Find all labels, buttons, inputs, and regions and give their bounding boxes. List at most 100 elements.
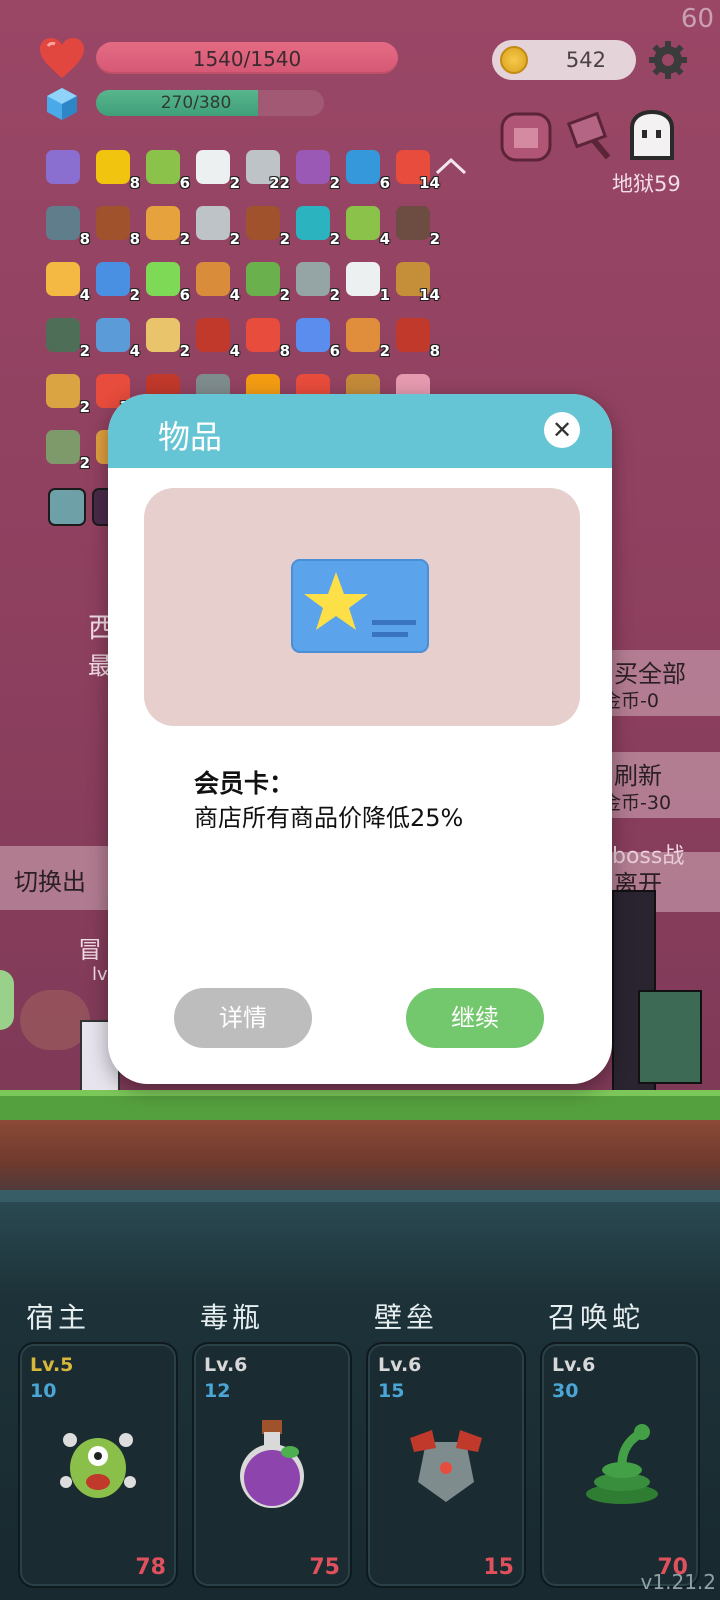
inventory-slot[interactable]: 4 — [194, 316, 240, 360]
inventory-slot[interactable]: 22 — [244, 148, 290, 192]
inventory-slot[interactable]: 4 — [194, 260, 240, 304]
inventory-slot[interactable]: 2 — [44, 372, 90, 416]
item-count: 2 — [279, 286, 290, 304]
item-count: 6 — [329, 342, 340, 360]
item-icon — [296, 262, 330, 296]
item-count: 2 — [329, 230, 340, 248]
adventure-text: 冒 — [78, 936, 102, 964]
inventory-slot[interactable]: 2 — [244, 260, 290, 304]
inventory-slot[interactable]: 8 — [94, 148, 140, 192]
inventory-slot[interactable]: 2 — [44, 316, 90, 360]
item-count: 2 — [79, 454, 90, 472]
inventory-slot[interactable]: 6 — [144, 260, 190, 304]
inventory-slot[interactable]: 2 — [144, 316, 190, 360]
armor-icon — [410, 1430, 482, 1502]
item-count: 8 — [129, 174, 140, 192]
potion-icon — [240, 1420, 304, 1508]
item-icon — [146, 318, 180, 352]
inventory-slot[interactable]: 14 — [394, 260, 440, 304]
item-count: 2 — [329, 286, 340, 304]
item-icon — [296, 206, 330, 240]
inventory-slot[interactable]: 2 — [44, 428, 90, 472]
relic-slot[interactable] — [46, 486, 86, 526]
inventory-slot[interactable]: 8 — [244, 316, 290, 360]
inventory-slot[interactable]: 4 — [94, 316, 140, 360]
item-icon — [146, 150, 180, 184]
item-count: 2 — [379, 342, 390, 360]
inventory-slot[interactable]: 8 — [44, 204, 90, 248]
item-count: 2 — [229, 174, 240, 192]
skill-card-host[interactable]: Lv.5 10 78 — [18, 1342, 178, 1588]
coin-counter: 542 — [492, 40, 636, 80]
item-count: 4 — [229, 286, 240, 304]
item-count: 1 — [379, 286, 390, 304]
item-count: 2 — [129, 286, 140, 304]
inventory-slot[interactable]: 6 — [344, 148, 390, 192]
item-icon — [346, 150, 380, 184]
close-button[interactable]: ✕ — [544, 412, 580, 448]
item-dialog: 物品 ✕ 会员卡： 商店所有商品价降低25% 详情 继续 — [108, 394, 612, 1084]
inventory-slot[interactable]: 1 — [344, 260, 390, 304]
mp-bar: 270/380 — [96, 90, 324, 116]
inventory-slot[interactable]: 2 — [294, 204, 340, 248]
item-icon — [96, 206, 130, 240]
buy-all-button[interactable]: 买全部 金币-0 — [600, 650, 720, 716]
card-level: Lv.6 — [378, 1354, 422, 1376]
item-count: 8 — [129, 230, 140, 248]
mp-text: 270/380 — [160, 93, 232, 113]
inventory-slot[interactable]: 2 — [194, 148, 240, 192]
item-icon — [246, 262, 280, 296]
continue-button[interactable]: 继续 — [406, 988, 544, 1048]
inventory-slot[interactable]: 8 — [394, 316, 440, 360]
switch-button[interactable]: 切换出 — [0, 846, 110, 910]
card-value: 75 — [309, 1555, 340, 1580]
card-number: 12 — [204, 1380, 231, 1402]
inventory-slot[interactable]: 8 — [94, 204, 140, 248]
hp-bar: 1540/1540 — [96, 42, 398, 74]
skill-card-poison[interactable]: Lv.6 12 75 — [192, 1342, 352, 1588]
item-icon — [96, 150, 130, 184]
card-number: 30 — [552, 1380, 579, 1402]
item-description: 商店所有商品价降低25% — [194, 804, 464, 832]
item-icon — [46, 262, 80, 296]
card-value: 15 — [483, 1555, 514, 1580]
inventory-slot[interactable]: 2 — [394, 204, 440, 248]
card-level: Lv.6 — [204, 1354, 248, 1376]
detail-button[interactable]: 详情 — [174, 988, 312, 1048]
item-count: 4 — [379, 230, 390, 248]
inventory-slot[interactable]: 6 — [294, 316, 340, 360]
item-name: 会员卡： — [194, 769, 295, 798]
inventory-slot[interactable]: 4 — [344, 204, 390, 248]
item-count: 2 — [179, 230, 190, 248]
inventory-slot[interactable]: 2 — [144, 204, 190, 248]
inventory-slot[interactable]: 2 — [194, 204, 240, 248]
inventory-slot[interactable]: 6 — [144, 148, 190, 192]
item-count: 14 — [419, 174, 440, 192]
inventory-slot[interactable] — [44, 148, 84, 188]
item-count: 14 — [419, 286, 440, 304]
refresh-button[interactable]: 刷新 金币-30 — [600, 752, 720, 818]
card-value: 78 — [135, 1555, 166, 1580]
skill-card-snake[interactable]: Lv.6 30 70 — [540, 1342, 700, 1588]
inventory-slot[interactable]: 2 — [294, 148, 340, 192]
item-count: 8 — [279, 342, 290, 360]
inventory-slot[interactable]: 4 — [44, 260, 90, 304]
item-count: 2 — [79, 398, 90, 416]
card-title: 毒瓶 — [200, 1301, 265, 1334]
item-count: 6 — [379, 174, 390, 192]
item-icon — [296, 318, 330, 352]
skill-card-barrier[interactable]: Lv.6 15 15 — [366, 1342, 526, 1588]
inventory-slot[interactable]: 2 — [244, 204, 290, 248]
bush — [0, 970, 14, 1030]
item-preview — [144, 488, 580, 726]
inventory-slot[interactable]: 2 — [94, 260, 140, 304]
monster-icon — [60, 1433, 136, 1498]
chevron-up-icon[interactable] — [434, 156, 468, 176]
item-icon — [196, 318, 230, 352]
item-icon — [346, 262, 380, 296]
item-icon — [246, 206, 280, 240]
inventory-slot[interactable]: 2 — [294, 260, 340, 304]
inventory-slot[interactable]: 2 — [344, 316, 390, 360]
gear-icon[interactable] — [648, 40, 688, 80]
inventory-slot[interactable]: 14 — [394, 148, 440, 192]
